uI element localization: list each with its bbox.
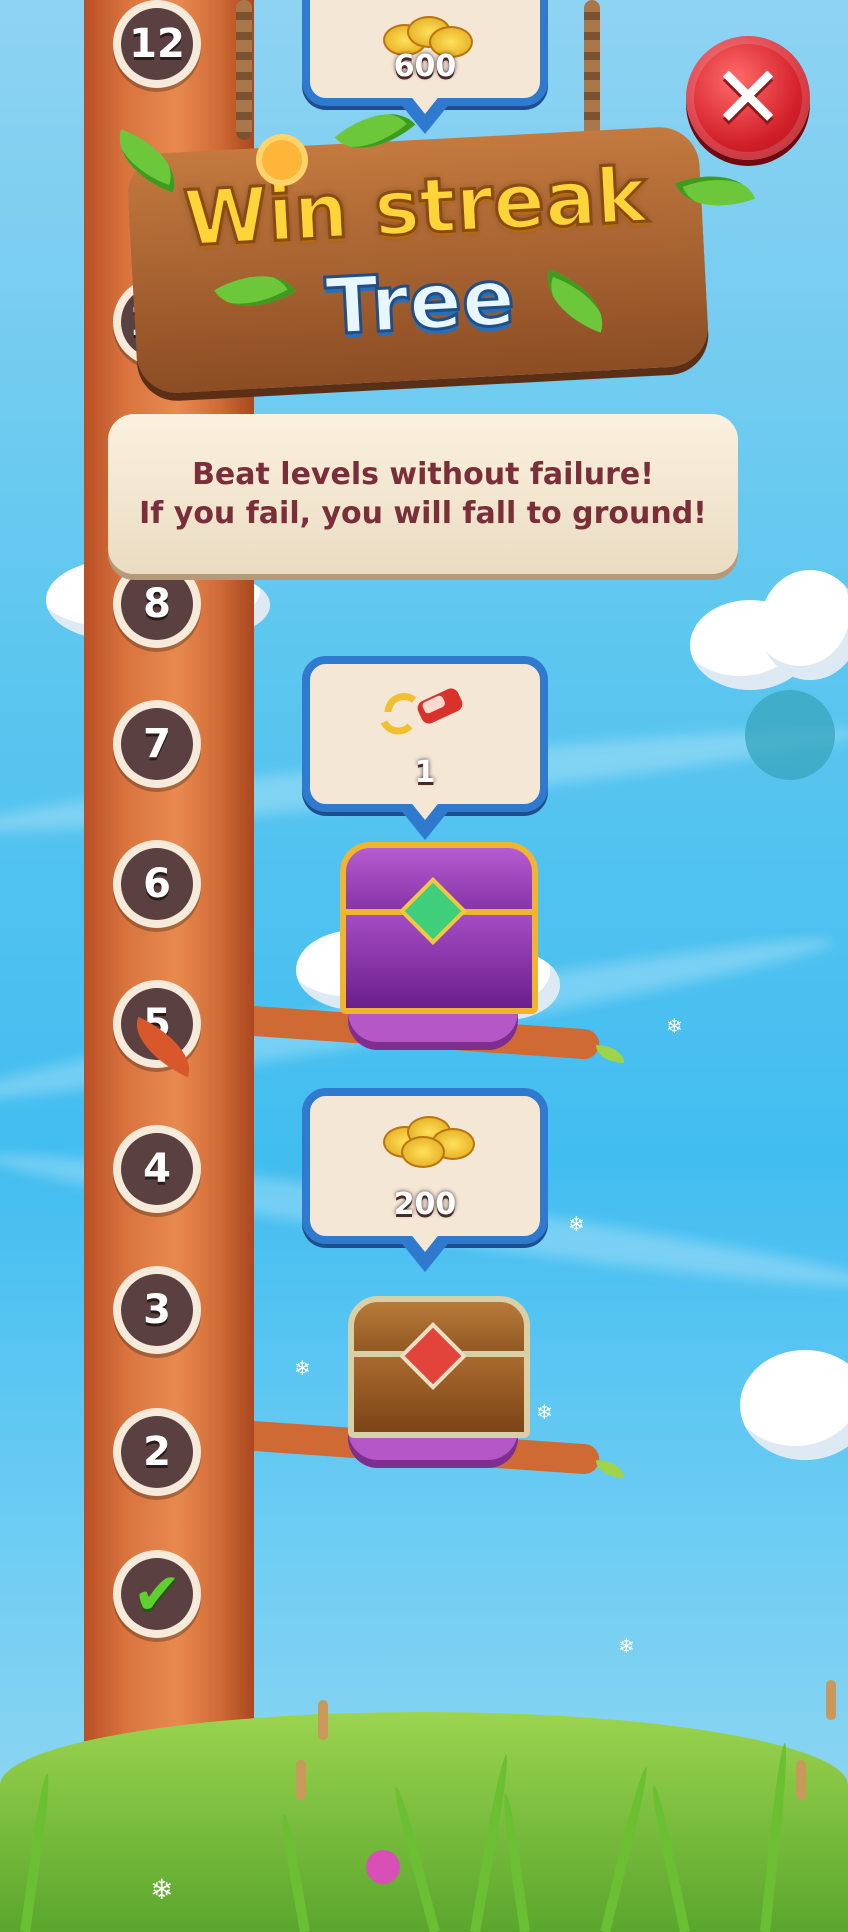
- reward-value: 1: [414, 755, 436, 790]
- car-swap-icon: [380, 688, 463, 735]
- level-marker-completed: ✔: [113, 1550, 201, 1638]
- level-number: 3: [121, 1274, 193, 1346]
- snowflake-icon: ❄: [150, 1873, 174, 1906]
- cattail: [296, 1760, 306, 1800]
- level-marker-6: 6: [113, 840, 201, 928]
- snowflake-icon: ❄: [618, 1634, 635, 1658]
- snowflake-icon: ❄: [536, 1400, 553, 1424]
- coins-icon: [377, 1110, 475, 1168]
- level-number: 8: [121, 568, 193, 640]
- level-number: 2: [121, 1416, 193, 1488]
- reward-bubble-200: 200: [302, 1088, 548, 1272]
- level-marker-7: 7: [113, 700, 201, 788]
- checkmark-icon: ✔: [132, 1560, 182, 1628]
- rope: [584, 0, 600, 140]
- flower-icon: [366, 1850, 400, 1884]
- level-number: 6: [121, 848, 193, 920]
- snowflake-icon: ❄: [294, 1356, 311, 1380]
- level-number: 7: [121, 708, 193, 780]
- level-number: 4: [121, 1133, 193, 1205]
- cloud: [740, 1350, 848, 1460]
- snowflake-icon: ❄: [568, 1212, 585, 1236]
- level-marker-3: 3: [113, 1266, 201, 1354]
- close-button[interactable]: ✕: [686, 36, 810, 160]
- reward-value: 600: [393, 49, 457, 84]
- reward-value: 200: [393, 1187, 457, 1222]
- level-number: 12: [121, 8, 193, 80]
- purple-chest[interactable]: [340, 842, 538, 1014]
- level-marker-2: 2: [113, 1408, 201, 1496]
- title-sign: Win streak Tree: [126, 125, 710, 395]
- snowflake-icon: ❄: [666, 1014, 683, 1038]
- level-marker-4: 4: [113, 1125, 201, 1213]
- game-scene: ❄ ❄ ❄ ❄ ❄ ❄ ❄ 12 10 8 7 6 5 4 3 2 ✔ 600 …: [0, 0, 848, 1932]
- flower-icon: [262, 140, 302, 180]
- cattail: [796, 1760, 806, 1800]
- description-line-1: Beat levels without failure!: [192, 457, 654, 492]
- level-marker-12: 12: [113, 0, 201, 88]
- wooden-chest[interactable]: [348, 1296, 530, 1438]
- reward-bubble-car: 1: [302, 656, 548, 840]
- cattail: [826, 1680, 836, 1720]
- info-panel: Beat levels without failure! If you fail…: [108, 414, 738, 574]
- bubble-decoration: [745, 690, 835, 780]
- cattail: [318, 1700, 328, 1740]
- close-icon: ✕: [711, 48, 785, 148]
- rope: [236, 0, 252, 140]
- leaf: [596, 1460, 624, 1478]
- leaf: [596, 1045, 624, 1063]
- description-line-2: If you fail, you will fall to ground!: [139, 496, 707, 531]
- reward-bubble-600: 600: [302, 0, 548, 134]
